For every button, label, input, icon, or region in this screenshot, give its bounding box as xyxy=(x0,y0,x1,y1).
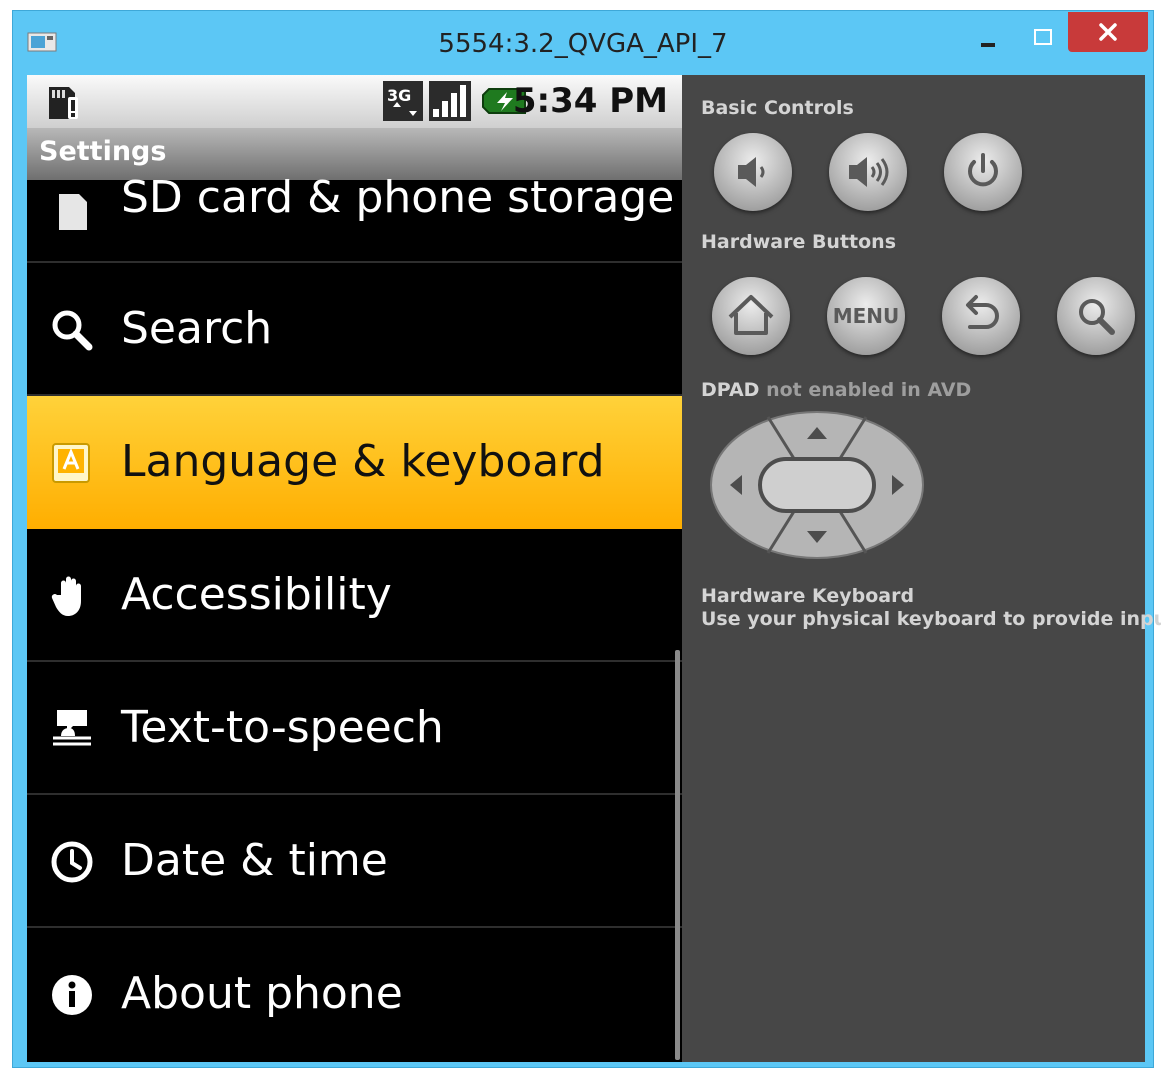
text-to-speech-icon xyxy=(53,710,91,746)
hardware-keyboard-description: Use your physical keyboard to provide in… xyxy=(701,608,1161,630)
volume-down-button[interactable] xyxy=(714,133,792,211)
search-icon xyxy=(1079,299,1115,335)
svg-text:3G: 3G xyxy=(387,86,411,105)
basic-controls-heading: Basic Controls xyxy=(701,97,854,119)
settings-item-about-phone[interactable]: About phone xyxy=(27,928,682,1061)
menu-button[interactable]: MENU xyxy=(827,277,905,355)
settings-item-label: Accessibility xyxy=(121,569,392,620)
window-titlebar[interactable]: 5554:3.2_QVGA_API_7 xyxy=(13,11,1153,75)
settings-item-search[interactable]: Search xyxy=(27,263,682,396)
settings-list[interactable]: SD card & phone storage Search Language … xyxy=(27,172,682,1062)
dpad-label: DPAD xyxy=(701,379,760,401)
maximize-button[interactable] xyxy=(1028,23,1058,53)
volume-up-icon xyxy=(849,157,889,187)
signal-icon xyxy=(429,81,471,121)
settings-item-label: Text-to-speech xyxy=(121,702,444,753)
settings-item-sd-card[interactable]: SD card & phone storage xyxy=(27,130,682,263)
close-button[interactable] xyxy=(1068,12,1148,52)
emulator-window: 5554:3.2_QVGA_API_7 3G 5:34 PM Settings … xyxy=(12,10,1161,1068)
menu-icon: MENU xyxy=(833,304,900,328)
settings-item-date-time[interactable]: Date & time xyxy=(27,795,682,928)
controls-panel: Basic Controls Hardware Buttons MENU DPA… xyxy=(682,75,1161,1062)
dpad-control xyxy=(710,411,924,559)
volume-down-icon xyxy=(738,157,765,187)
home-button[interactable] xyxy=(712,277,790,355)
scrollbar[interactable] xyxy=(675,650,680,1060)
search-icon xyxy=(52,310,93,351)
hardware-keyboard-heading: Hardware Keyboard xyxy=(701,585,915,607)
status-time: 5:34 PM xyxy=(512,81,668,121)
dpad-note: DPAD not enabled in AVD xyxy=(701,379,971,401)
3g-data-icon: 3G xyxy=(383,81,423,121)
settings-item-text-to-speech[interactable]: Text-to-speech xyxy=(27,662,682,795)
power-button[interactable] xyxy=(944,133,1022,211)
info-icon xyxy=(52,975,92,1015)
language-icon xyxy=(52,443,90,483)
status-bar: 3G 5:34 PM xyxy=(27,75,682,128)
hardware-buttons-heading: Hardware Buttons xyxy=(701,231,897,253)
home-icon xyxy=(728,295,774,335)
search-hardware-button[interactable] xyxy=(1057,277,1135,355)
settings-item-label: About phone xyxy=(121,968,403,1019)
power-icon xyxy=(968,153,998,187)
close-icon xyxy=(1099,23,1117,41)
sd-card-alert-icon xyxy=(49,87,78,119)
settings-item-accessibility[interactable]: Accessibility xyxy=(27,529,682,662)
minimize-button[interactable] xyxy=(973,25,1003,55)
back-button[interactable] xyxy=(942,277,1020,355)
dpad-status: not enabled in AVD xyxy=(766,379,972,401)
back-icon xyxy=(966,295,999,329)
volume-up-button[interactable] xyxy=(829,133,907,211)
settings-item-label: SD card & phone storage xyxy=(121,172,675,223)
sd-card-icon xyxy=(59,194,87,230)
settings-item-label: Search xyxy=(121,303,273,354)
hand-icon xyxy=(51,576,81,616)
settings-item-language-keyboard[interactable]: Language & keyboard xyxy=(27,396,682,529)
clock-icon xyxy=(51,841,93,883)
settings-item-label: Language & keyboard xyxy=(121,436,605,487)
device-screen[interactable]: 3G 5:34 PM Settings SD card & phone stor… xyxy=(27,75,682,1062)
svg-text:MENU: MENU xyxy=(833,304,900,328)
settings-item-label: Date & time xyxy=(121,835,388,886)
